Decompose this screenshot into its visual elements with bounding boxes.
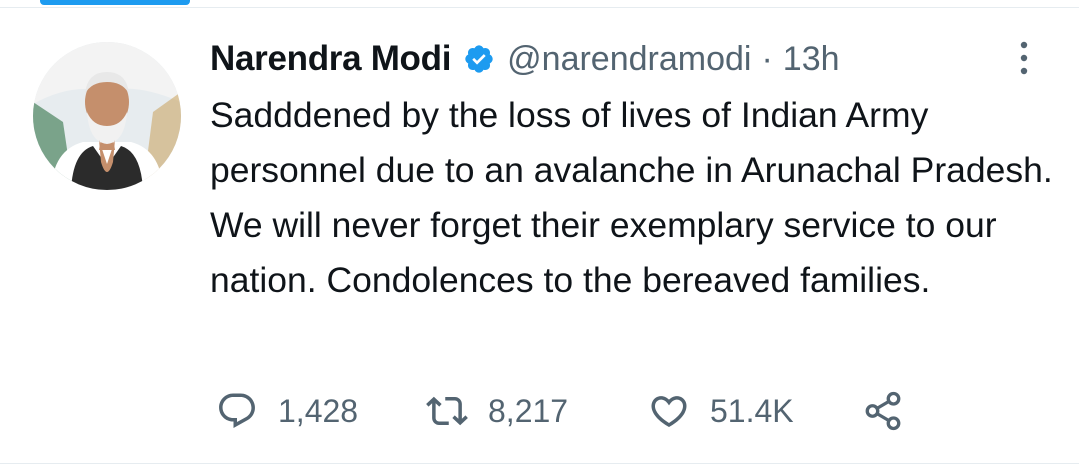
heart-icon [651, 396, 687, 428]
reply-icon [219, 393, 255, 428]
tweet-header: Narendra Modi @narendramodi · 13h [210, 36, 840, 82]
tweet-actions: 1,428 8,217 51.4K [0, 388, 1079, 434]
avatar-image [33, 42, 181, 190]
verified-badge-icon [465, 45, 493, 73]
bottom-divider [0, 463, 1079, 464]
tweet-text: Sadddened by the loss of lives of Indian… [210, 95, 1053, 300]
more-vertical-icon[interactable] [1014, 40, 1034, 76]
top-divider [0, 7, 1079, 8]
active-tab-indicator [40, 0, 190, 5]
like-count: 51.4K [710, 392, 794, 429]
share-icon [865, 391, 901, 431]
like-button[interactable]: 51.4K [648, 388, 794, 434]
avatar[interactable] [33, 42, 181, 190]
reply-count: 1,428 [278, 392, 359, 429]
author-handle[interactable]: @narendramodi [507, 40, 751, 79]
reply-button[interactable]: 1,428 [216, 388, 358, 434]
timestamp[interactable]: 13h [783, 40, 840, 79]
author-name[interactable]: Narendra Modi [210, 39, 451, 79]
separator-dot: · [761, 39, 773, 78]
retweet-button[interactable]: 8,217 [426, 388, 568, 434]
retweet-icon [426, 396, 468, 426]
retweet-count: 8,217 [488, 392, 569, 429]
share-button[interactable] [862, 388, 924, 434]
